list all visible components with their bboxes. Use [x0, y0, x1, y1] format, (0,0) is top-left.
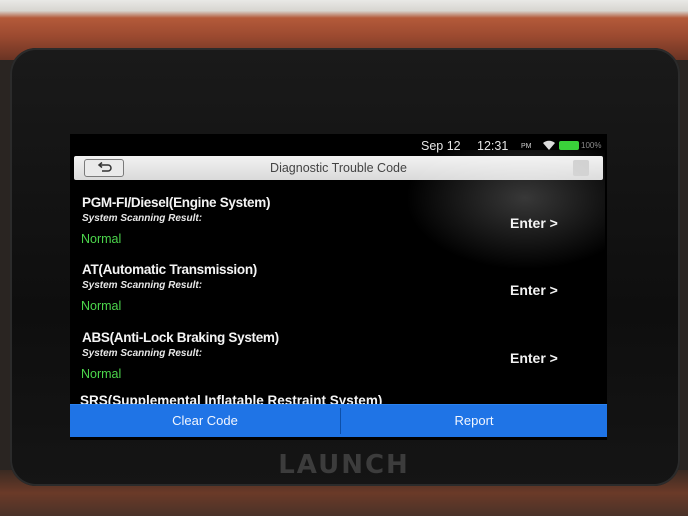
scan-result-label: System Scanning Result: [82, 213, 203, 224]
scan-result-value: Normal [81, 367, 122, 381]
page-title: Diagnostic Trouble Code [270, 161, 407, 175]
status-bar: Sep 12 12:31 PM 100% [70, 134, 607, 156]
status-date: Sep 12 [421, 139, 461, 153]
scan-result-value: Normal [81, 232, 122, 246]
status-time: 12:31 [477, 139, 509, 153]
system-list: PGM-FI/Diesel(Engine System) System Scan… [70, 180, 607, 408]
wifi-icon [543, 140, 555, 150]
clear-code-button[interactable]: Clear Code [70, 405, 340, 437]
enter-button[interactable]: Enter > [510, 350, 558, 366]
device-screen: Sep 12 12:31 PM 100% Diagnostic Trouble … [70, 134, 607, 440]
action-bar: Clear Code Report [70, 404, 607, 437]
enter-button[interactable]: Enter > [510, 215, 558, 231]
system-name: PGM-FI/Diesel(Engine System) [82, 195, 271, 210]
report-button[interactable]: Report [341, 405, 607, 437]
list-item: PGM-FI/Diesel(Engine System) System Scan… [70, 195, 607, 261]
brand-logo: LAUNCH [278, 450, 410, 480]
system-name: AT(Automatic Transmission) [82, 262, 257, 277]
list-item: ABS(Anti-Lock Braking System) System Sca… [70, 330, 607, 396]
battery-level: 100% [581, 141, 602, 150]
scan-result-value: Normal [81, 299, 122, 313]
title-bar: Diagnostic Trouble Code [74, 156, 603, 180]
scan-result-label: System Scanning Result: [82, 280, 203, 291]
scan-result-label: System Scanning Result: [82, 348, 203, 359]
menu-icon[interactable] [573, 160, 589, 176]
list-item: AT(Automatic Transmission) System Scanni… [70, 262, 607, 328]
system-name: ABS(Anti-Lock Braking System) [82, 330, 279, 345]
battery-icon [559, 141, 579, 150]
status-ampm: PM [521, 143, 532, 150]
enter-button[interactable]: Enter > [510, 282, 558, 298]
